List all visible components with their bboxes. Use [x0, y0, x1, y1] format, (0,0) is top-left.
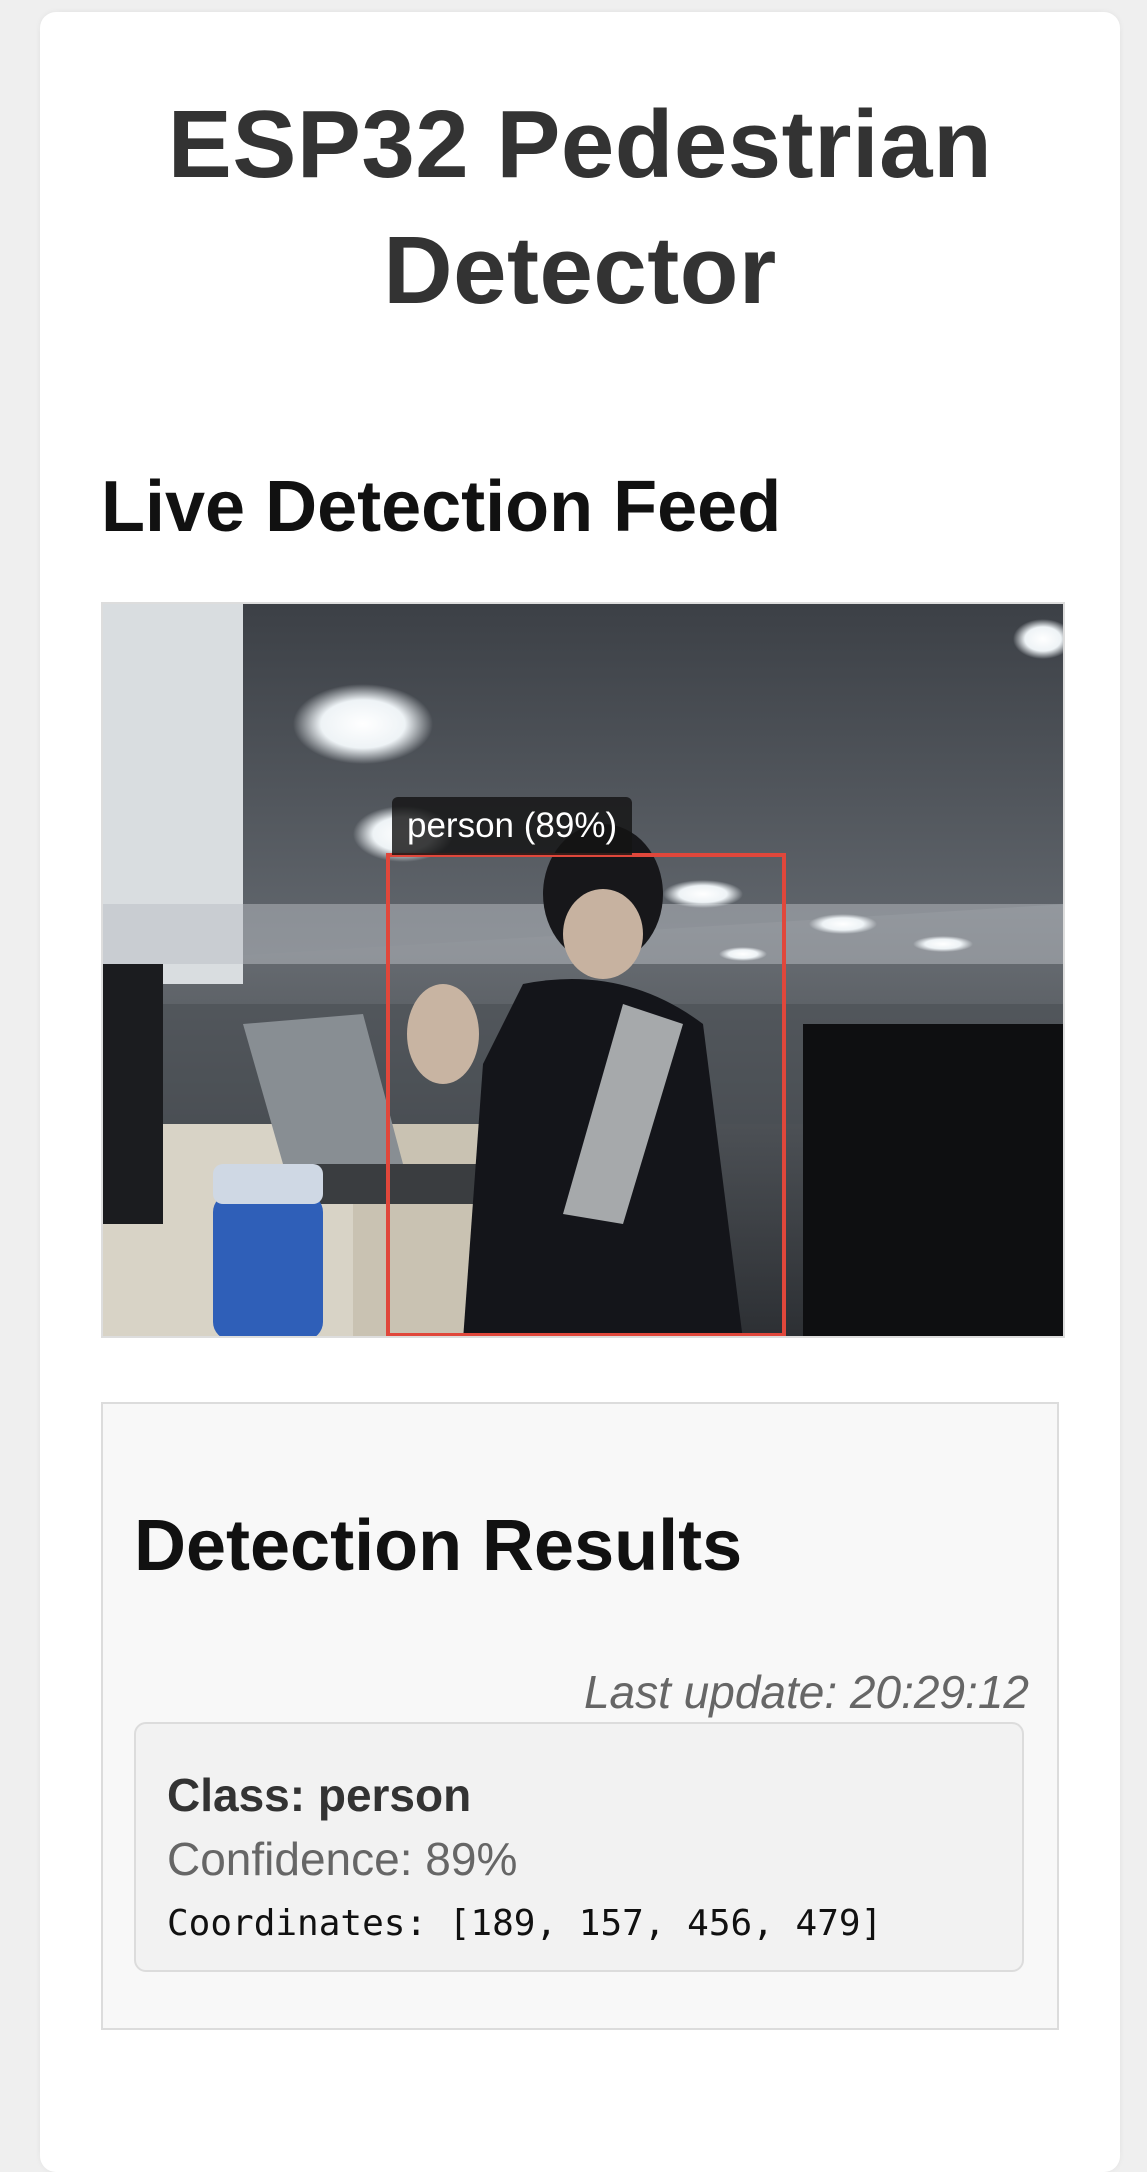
page-title: ESP32 Pedestrian Detector [40, 82, 1120, 334]
detection-item: Class: person Confidence: 89% Coordinate… [134, 1722, 1024, 1972]
camera-feed-image: person (89%) [101, 602, 1065, 1338]
live-feed-heading: Live Detection Feed [101, 467, 782, 547]
detection-bounding-box [386, 853, 786, 1336]
detection-class: Class: person [167, 1769, 472, 1821]
detection-confidence: Confidence: 89% [167, 1833, 518, 1885]
detection-label: person (89%) [392, 797, 633, 855]
last-update-timestamp: Last update: 20:29:12 [583, 1666, 1029, 1718]
page-title-line1: ESP32 Pedestrian [167, 91, 993, 198]
detection-results-heading: Detection Results [134, 1506, 743, 1586]
main-card: ESP32 Pedestrian Detector Live Detection … [40, 12, 1120, 2172]
page-title-line2: Detector [383, 217, 777, 324]
detection-results-panel: Detection Results Last update: 20:29:12 … [101, 1402, 1059, 2030]
detection-coordinates: Coordinates: [189, 157, 456, 479] [167, 1903, 883, 1944]
